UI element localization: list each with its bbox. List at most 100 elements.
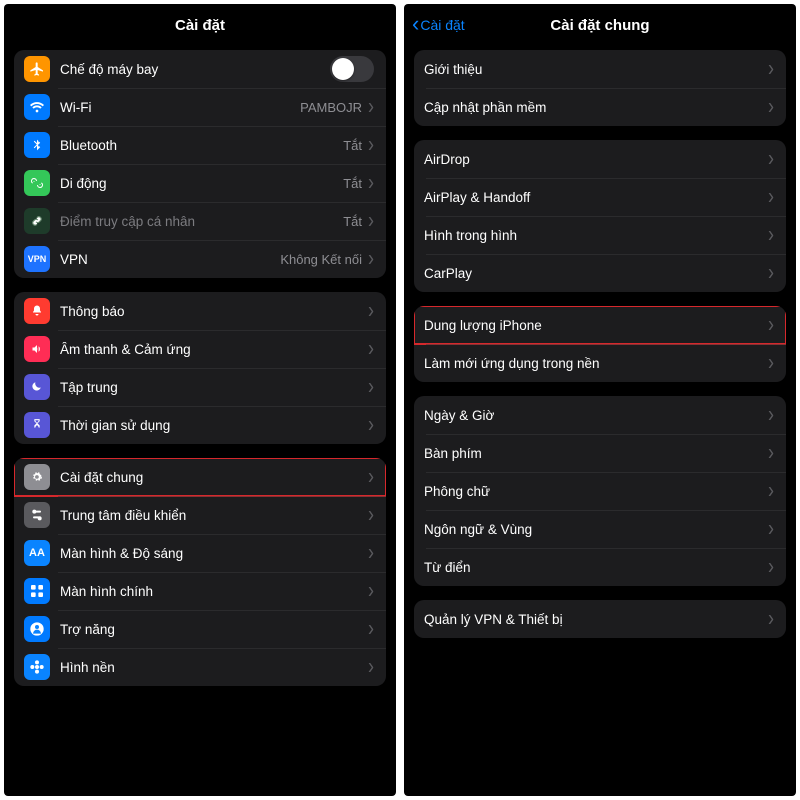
chevron-right-icon: ›	[768, 554, 774, 577]
settings-group: Thông báo›Âm thanh & Cảm ứng›Tập trung›T…	[14, 292, 386, 444]
toggle-switch[interactable]	[330, 56, 374, 82]
settings-group: Ngày & Giờ›Bàn phím›Phông chữ›Ngôn ngữ &…	[414, 396, 786, 586]
row-label: Cài đặt chung	[60, 470, 368, 485]
row-value: Tắt	[343, 176, 362, 191]
general-icon	[24, 464, 50, 490]
sounds-icon	[24, 336, 50, 362]
back-label: Cài đặt	[420, 17, 464, 33]
settings-row[interactable]: Cập nhật phần mềm›	[414, 88, 786, 126]
cellular-icon	[24, 170, 50, 196]
nav-bar: Cài đặt	[4, 4, 396, 46]
settings-row[interactable]: Chế độ máy bay	[14, 50, 386, 88]
row-label: Tập trung	[60, 380, 368, 395]
row-label: CarPlay	[424, 266, 768, 281]
wifi-icon	[24, 94, 50, 120]
row-label: Màn hình chính	[60, 584, 368, 599]
settings-row[interactable]: Tập trung›	[14, 368, 386, 406]
settings-row[interactable]: Bàn phím›	[414, 434, 786, 472]
chevron-right-icon: ›	[768, 146, 774, 169]
chevron-right-icon: ›	[768, 260, 774, 283]
chevron-right-icon: ›	[368, 94, 374, 117]
row-label: Làm mới ứng dụng trong nền	[424, 356, 768, 371]
chevron-right-icon: ›	[768, 402, 774, 425]
vpn-icon: VPN	[24, 246, 50, 272]
settings-row[interactable]: Cài đặt chung›	[14, 458, 386, 496]
settings-row[interactable]: Dung lượng iPhone›	[414, 306, 786, 344]
row-label: Phông chữ	[424, 484, 768, 499]
bluetooth-icon	[24, 132, 50, 158]
settings-screen-right: ‹ Cài đặt Cài đặt chung Giới thiệu›Cập n…	[404, 4, 796, 796]
settings-list[interactable]: Chế độ máy bay Wi-FiPAMBOJR › BluetoothTắt›…	[4, 46, 396, 796]
settings-row[interactable]: Điểm truy cập cá nhânTắt›	[14, 202, 386, 240]
focus-icon	[24, 374, 50, 400]
display-icon: AA	[24, 540, 50, 566]
home-icon	[24, 578, 50, 604]
row-label: Trung tâm điều khiển	[60, 508, 368, 523]
row-label: Hình trong hình	[424, 228, 768, 243]
settings-row[interactable]: Quản lý VPN & Thiết bị›	[414, 600, 786, 638]
wallpaper-icon	[24, 654, 50, 680]
settings-row[interactable]: AirDrop›	[414, 140, 786, 178]
row-label: Ngày & Giờ	[424, 408, 768, 423]
chevron-right-icon: ›	[368, 170, 374, 193]
control-icon	[24, 502, 50, 528]
row-label: AirDrop	[424, 152, 768, 167]
row-label: Trợ năng	[60, 622, 368, 637]
settings-row[interactable]: Giới thiệu›	[414, 50, 786, 88]
chevron-right-icon: ›	[368, 374, 374, 397]
row-label: Màn hình & Độ sáng	[60, 546, 368, 561]
settings-row[interactable]: Hình nền›	[14, 648, 386, 686]
row-label: Dung lượng iPhone	[424, 318, 768, 333]
back-button[interactable]: ‹ Cài đặt	[412, 14, 465, 36]
settings-row[interactable]: Từ điển›	[414, 548, 786, 586]
row-label: Quản lý VPN & Thiết bị	[424, 612, 768, 627]
row-value: Tắt	[343, 214, 362, 229]
settings-row[interactable]: Trợ năng›	[14, 610, 386, 648]
settings-row[interactable]: Wi-FiPAMBOJR ›	[14, 88, 386, 126]
row-label: Cập nhật phần mềm	[424, 100, 768, 115]
row-value: PAMBOJR	[300, 100, 362, 115]
chevron-right-icon: ›	[768, 516, 774, 539]
chevron-right-icon: ›	[368, 654, 374, 677]
settings-row[interactable]: Âm thanh & Cảm ứng›	[14, 330, 386, 368]
chevron-right-icon: ›	[768, 184, 774, 207]
settings-row[interactable]: Màn hình chính›	[14, 572, 386, 610]
chevron-right-icon: ›	[368, 616, 374, 639]
chevron-right-icon: ›	[368, 412, 374, 435]
general-settings-list[interactable]: Giới thiệu›Cập nhật phần mềm›AirDrop›Air…	[404, 46, 796, 796]
row-label: Ngôn ngữ & Vùng	[424, 522, 768, 537]
row-label: Điểm truy cập cá nhân	[60, 214, 343, 229]
row-label: Bàn phím	[424, 446, 768, 461]
settings-row[interactable]: Thông báo›	[14, 292, 386, 330]
settings-row[interactable]: Thời gian sử dụng›	[14, 406, 386, 444]
notifications-icon	[24, 298, 50, 324]
chevron-right-icon: ›	[368, 336, 374, 359]
row-label: Giới thiệu	[424, 62, 768, 77]
chevron-right-icon: ›	[768, 94, 774, 117]
settings-row[interactable]: VPNVPNKhông Kết nối›	[14, 240, 386, 278]
row-label: Từ điển	[424, 560, 768, 575]
nav-title: Cài đặt	[175, 17, 225, 34]
chevron-right-icon: ›	[768, 56, 774, 79]
chevron-right-icon: ›	[768, 606, 774, 629]
row-label: Di động	[60, 176, 343, 191]
row-label: Âm thanh & Cảm ứng	[60, 342, 368, 357]
settings-group: Chế độ máy bay Wi-FiPAMBOJR › BluetoothTắt›…	[14, 50, 386, 278]
settings-row[interactable]: BluetoothTắt›	[14, 126, 386, 164]
settings-row[interactable]: Trung tâm điều khiển›	[14, 496, 386, 534]
screentime-icon	[24, 412, 50, 438]
row-value: Không Kết nối	[280, 252, 362, 267]
settings-row[interactable]: Phông chữ›	[414, 472, 786, 510]
row-label: Wi-Fi	[60, 100, 300, 115]
settings-row[interactable]: AAMàn hình & Độ sáng›	[14, 534, 386, 572]
settings-row[interactable]: AirPlay & Handoff›	[414, 178, 786, 216]
settings-group: AirDrop›AirPlay & Handoff›Hình trong hìn…	[414, 140, 786, 292]
settings-row[interactable]: Ngày & Giờ›	[414, 396, 786, 434]
settings-row[interactable]: Ngôn ngữ & Vùng›	[414, 510, 786, 548]
settings-row[interactable]: Hình trong hình›	[414, 216, 786, 254]
settings-row[interactable]: Làm mới ứng dụng trong nền›	[414, 344, 786, 382]
chevron-left-icon: ‹	[412, 13, 419, 35]
settings-row[interactable]: Di độngTắt ›	[14, 164, 386, 202]
settings-row[interactable]: CarPlay›	[414, 254, 786, 292]
settings-group: Quản lý VPN & Thiết bị›	[414, 600, 786, 638]
